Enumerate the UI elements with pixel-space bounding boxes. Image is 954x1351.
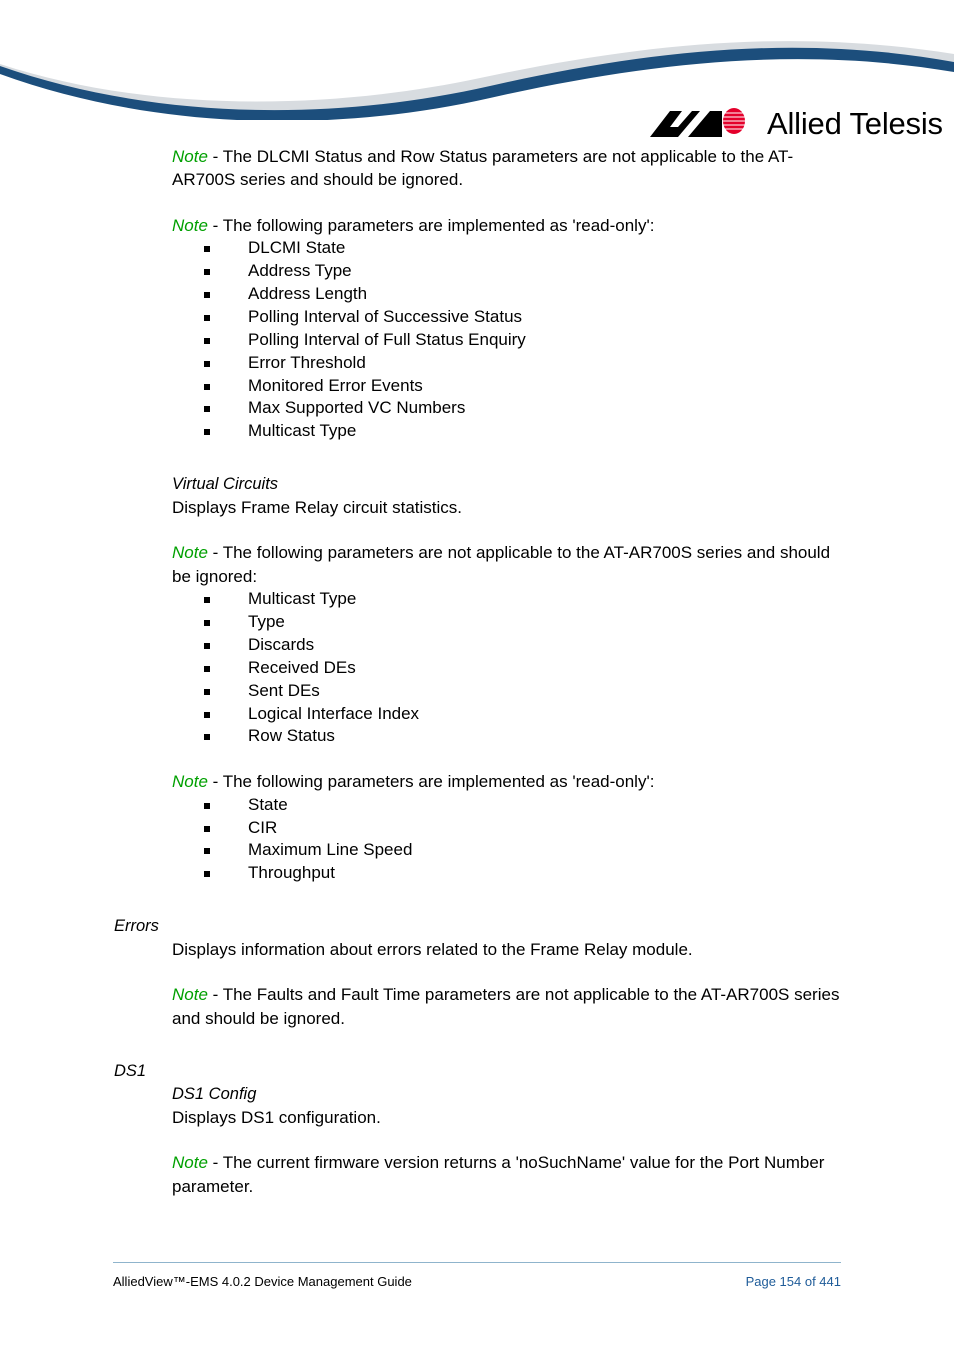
list-item: Error Threshold (172, 352, 954, 375)
list-item: Maximum Line Speed (172, 839, 954, 862)
section-description-errors: Displays information about errors relate… (172, 939, 693, 959)
list-item: Discards (172, 634, 954, 657)
section-subheading-ds1-config: DS1 Config (172, 1085, 257, 1104)
logo-red-ellipse (723, 108, 745, 134)
list-item: Multicast Type (172, 588, 954, 611)
note-label: Note (172, 772, 208, 792)
note-paragraph-5: Note - The Faults and Fault Time paramet… (172, 983, 844, 1030)
note-label: Note (172, 215, 208, 235)
list-item: Polling Interval of Full Status Enquiry (172, 329, 954, 352)
page-footer: AlliedView™-EMS 4.0.2 Device Management … (113, 1262, 841, 1289)
allied-telesis-logo: Allied Telesis (648, 100, 943, 146)
page-header: Allied Telesis (0, 0, 954, 150)
list-item: Sent DEs (172, 680, 954, 703)
note-text: - The Faults and Fault Time parameters a… (172, 985, 840, 1028)
list-item: Received DEs (172, 657, 954, 680)
footer-page-number: Page 154 of 441 (745, 1274, 841, 1289)
list-item: CIR (172, 817, 954, 840)
note-label: Note (172, 985, 208, 1005)
list-item: State (172, 794, 954, 817)
section-heading-virtual-circuits: Virtual Circuits (172, 475, 279, 494)
note-paragraph-2: Note - The following parameters are impl… (172, 214, 844, 237)
note-label: Note (172, 147, 208, 166)
logo-wordmark: Allied Telesis (767, 105, 943, 141)
note-text: - The following parameters are implement… (207, 215, 655, 235)
list-item: Address Length (172, 283, 954, 306)
footer-divider (113, 1262, 841, 1263)
section-description-virtual-circuits: Displays Frame Relay circuit statistics. (172, 497, 463, 517)
note-paragraph-3: Note - The following parameters are not … (172, 541, 844, 588)
note-text: - The current firmware version returns a… (172, 1153, 825, 1196)
note-text: - The following parameters are not appli… (172, 543, 831, 586)
note-label: Note (172, 1153, 208, 1173)
parameter-list-not-applicable-vc: Multicast Type Type Discards Received DE… (172, 588, 954, 748)
parameter-list-readonly-vc: State CIR Maximum Line Speed Throughput (172, 794, 954, 885)
parameter-list-dlcmi: DLCMI State Address Type Address Length … (172, 237, 954, 443)
list-item: Address Type (172, 260, 954, 283)
section-heading-ds1: DS1 (114, 1062, 147, 1081)
list-item: Multicast Type (172, 420, 954, 443)
section-heading-errors: Errors (114, 917, 159, 936)
note-paragraph-6: Note - The current firmware version retu… (172, 1151, 844, 1198)
list-item: Polling Interval of Successive Status (172, 306, 954, 329)
allied-telesis-av-mark (650, 108, 745, 137)
list-item: DLCMI State (172, 237, 954, 260)
list-item: Type (172, 611, 954, 634)
list-item: Row Status (172, 725, 954, 748)
note-paragraph-1: Note - The DLCMI Status and Row Status p… (172, 145, 844, 192)
list-item: Logical Interface Index (172, 703, 954, 726)
list-item: Max Supported VC Numbers (172, 397, 954, 420)
list-item: Monitored Error Events (172, 375, 954, 398)
section-description-ds1: Displays DS1 configuration. (172, 1107, 381, 1127)
page-content: Note - The DLCMI Status and Row Status p… (0, 145, 954, 1198)
footer-document-title: AlliedView™-EMS 4.0.2 Device Management … (113, 1274, 412, 1289)
note-text: - The DLCMI Status and Row Status parame… (172, 147, 794, 190)
note-label: Note (172, 543, 208, 563)
note-text: - The following parameters are implement… (207, 772, 655, 792)
note-paragraph-4: Note - The following parameters are impl… (172, 770, 844, 793)
list-item: Throughput (172, 862, 954, 885)
